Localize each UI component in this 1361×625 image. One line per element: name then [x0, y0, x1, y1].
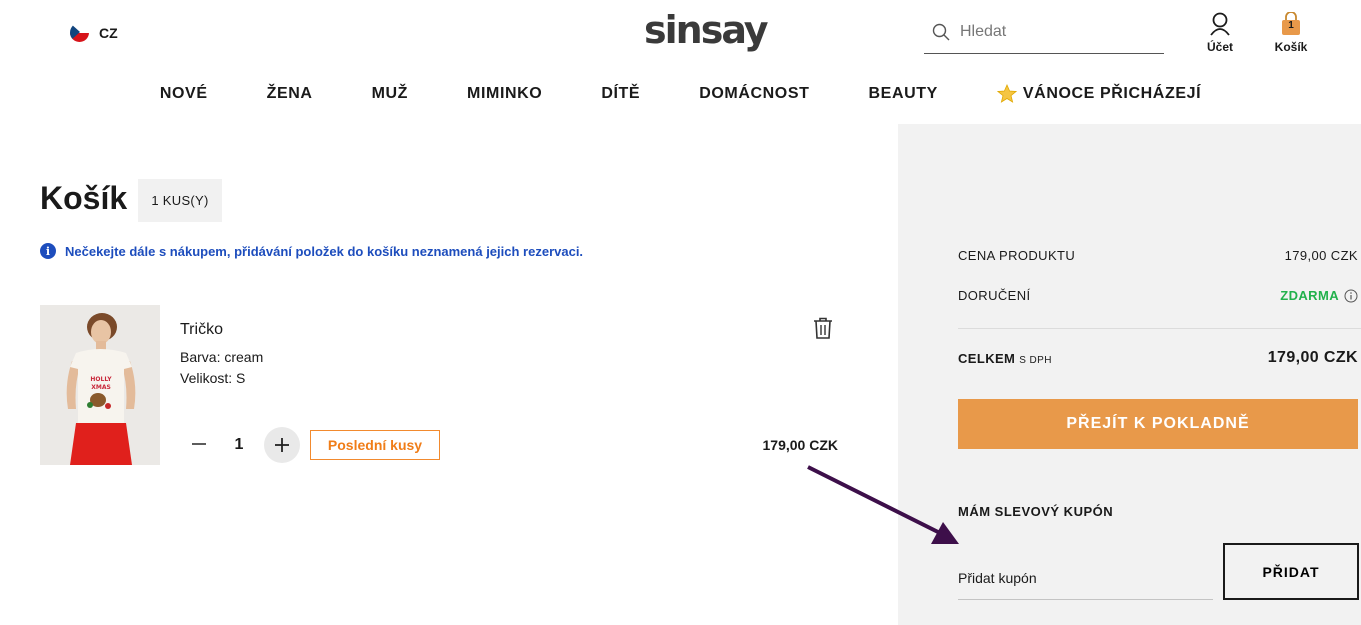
product-price-row: CENA PRODUKTU 179,00 CZK	[958, 248, 1358, 263]
account-label: Účet	[1206, 40, 1233, 54]
annotation-arrow-icon	[807, 465, 959, 544]
nav-item-muz[interactable]: MUŽ	[342, 84, 437, 104]
product-image[interactable]: HOLLY XMAS	[40, 305, 160, 465]
checkout-button[interactable]: PŘEJÍT K POKLADNĚ	[958, 399, 1358, 449]
nav-item-zena[interactable]: ŽENA	[237, 84, 342, 104]
nav-item-vanoce[interactable]: VÁNOCE PŘICHÁZEJÍ	[967, 84, 1230, 104]
product-price-label: CENA PRODUKTU	[958, 248, 1076, 263]
product-price-value: 179,00 CZK	[1284, 248, 1358, 263]
nav-item-beauty[interactable]: BEAUTY	[839, 84, 967, 104]
svg-text:XMAS: XMAS	[91, 384, 111, 391]
total-tax-note: S DPH	[1019, 354, 1052, 366]
item-count-badge: 1 KUS(Y)	[138, 179, 222, 222]
czech-flag-icon	[70, 23, 89, 42]
logo[interactable]: sinsay	[644, 8, 769, 52]
info-icon: i	[40, 243, 56, 259]
delivery-row: DORUČENÍ ZDARMA	[958, 288, 1358, 303]
coupon-title: MÁM SLEVOVÝ KUPÓN	[958, 504, 1114, 519]
total-value: 179,00 CZK	[1267, 349, 1358, 366]
plus-icon	[275, 438, 289, 452]
info-outline-icon[interactable]	[1344, 289, 1358, 303]
last-pieces-badge: Poslední kusy	[310, 430, 440, 460]
total-label: CELKEM	[958, 350, 1016, 366]
user-icon	[1210, 12, 1230, 36]
coupon-input[interactable]	[958, 549, 1213, 600]
total-row: CELKEM S DPH 179,00 CZK	[958, 349, 1358, 367]
trash-icon	[814, 317, 832, 339]
page-title: Košík	[40, 180, 128, 216]
cart-label: Košík	[1274, 40, 1308, 54]
nav-item-dite[interactable]: DÍTĚ	[572, 84, 670, 104]
minus-icon	[192, 443, 206, 445]
nav-item-miminko[interactable]: MIMINKO	[438, 84, 572, 104]
nav-item-domacnost[interactable]: DOMÁCNOST	[670, 84, 839, 104]
search-icon	[932, 23, 950, 40]
country-selector[interactable]: CZ	[70, 23, 118, 42]
product-color: Barva: cream	[180, 349, 264, 365]
star-icon	[996, 84, 1017, 103]
summary-divider	[958, 328, 1361, 329]
cart-count: 1	[1288, 20, 1294, 31]
delivery-value: ZDARMA	[1280, 288, 1339, 303]
notice-text: Nečekejte dále s nákupem, přidávání polo…	[65, 243, 584, 259]
item-price: 179,00 CZK	[762, 437, 838, 453]
main-nav: NOVÉ ŽENA MUŽ MIMINKO DÍTĚ DOMÁCNOST BEA…	[0, 84, 1361, 104]
quantity-decrease-button[interactable]	[182, 427, 216, 461]
product-name[interactable]: Tričko	[180, 321, 223, 339]
account-button[interactable]: Účet	[1200, 12, 1240, 54]
add-coupon-button[interactable]: PŘIDAT	[1223, 543, 1359, 600]
search-input[interactable]	[960, 22, 1150, 41]
quantity-value: 1	[234, 436, 244, 453]
country-code: CZ	[99, 24, 118, 41]
quantity-increase-button[interactable]	[264, 427, 300, 463]
search-bar[interactable]	[924, 10, 1164, 54]
nav-item-nove[interactable]: NOVÉ	[130, 84, 237, 104]
product-size: Velikost: S	[180, 370, 246, 386]
svg-text:HOLLY: HOLLY	[90, 376, 112, 383]
cart-button[interactable]: 1 Košík	[1268, 12, 1314, 54]
remove-item-button[interactable]	[813, 317, 833, 339]
reservation-notice: i Nečekejte dále s nákupem, přidávání po…	[40, 243, 583, 259]
delivery-label: DORUČENÍ	[958, 288, 1031, 303]
